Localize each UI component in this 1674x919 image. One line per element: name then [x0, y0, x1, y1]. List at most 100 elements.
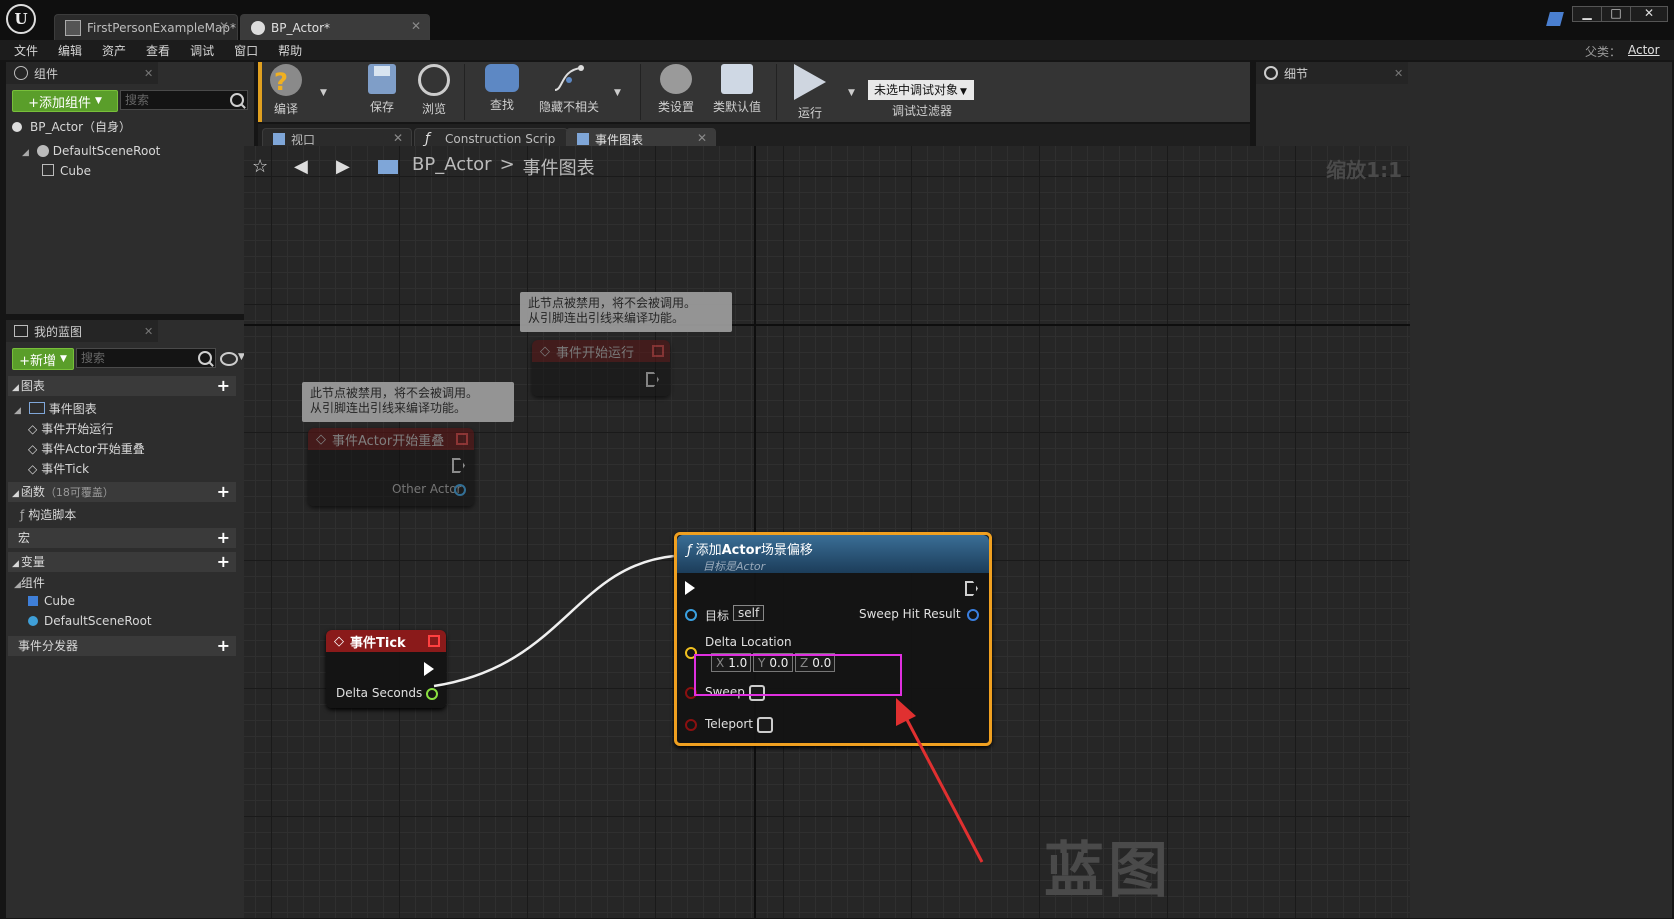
eye-icon[interactable] — [220, 352, 238, 366]
self-item[interactable]: BP_Actor（自身） — [12, 118, 131, 135]
expand-icon: ◢ — [22, 148, 29, 158]
play-button[interactable]: 运行 — [790, 64, 830, 121]
chevron-down-icon: ▼ — [94, 96, 102, 106]
close-icon[interactable]: ✕ — [411, 19, 421, 33]
section-label: 宏 — [18, 531, 31, 545]
add-component-label: +添加组件 — [28, 95, 91, 111]
menu-asset[interactable]: 资产 — [102, 40, 126, 60]
menu-file[interactable]: 文件 — [14, 40, 38, 60]
tab-bp-actor[interactable]: BP_Actor* ✕ — [240, 14, 430, 41]
tree-item-event-tick[interactable]: ◇ 事件Tick — [28, 460, 89, 477]
event-diamond-icon: ◇ — [28, 422, 38, 436]
details-tab-label: 细节 — [1284, 66, 1309, 81]
play-icon — [794, 64, 826, 100]
menu-help[interactable]: 帮助 — [278, 40, 302, 60]
menu-edit[interactable]: 编辑 — [58, 40, 82, 60]
details-tab[interactable]: 细节 ✕ — [1256, 62, 1408, 84]
tree-item-components[interactable]: ◢组件 — [14, 574, 45, 591]
browse-button[interactable]: 浏览 — [414, 64, 454, 117]
tab-label: Construction Scrip — [445, 132, 556, 146]
tree-item-event-begin-play[interactable]: ◇ 事件开始运行 — [28, 420, 113, 437]
menu-debug[interactable]: 调试 — [190, 40, 214, 60]
minimize-button[interactable]: ▁ — [1572, 6, 1602, 22]
tree-item-label: Cube — [60, 164, 91, 178]
components-tab-label: 组件 — [34, 66, 59, 81]
components-icon — [14, 66, 28, 80]
tree-item-event-graph[interactable]: ◢ 事件图表 — [14, 400, 97, 417]
gear-icon — [660, 64, 692, 94]
tree-item-defaultsceneroot-var[interactable]: DefaultSceneRoot — [28, 614, 152, 628]
chevron-down-icon: ▼ — [960, 87, 967, 97]
chevron-down-icon[interactable]: ▼ — [320, 88, 327, 98]
section-event-dispatchers[interactable]: 事件分发器 + — [8, 636, 236, 656]
add-macro-button[interactable]: + — [217, 530, 230, 546]
event-graph-canvas[interactable]: ☆ ◀ ▶ BP_Actor > 事件图表 缩放1:1 此节点被禁用，将不会被调… — [244, 146, 1410, 918]
menu-view[interactable]: 查看 — [146, 40, 170, 60]
chevron-down-icon[interactable]: ▼ — [848, 88, 855, 98]
my-blueprint-tab[interactable]: 我的蓝图 ✕ — [6, 320, 158, 342]
viewport-icon — [273, 133, 285, 145]
menu-window[interactable]: 窗口 — [234, 40, 258, 60]
tab-label: BP_Actor* — [271, 21, 331, 35]
tree-item-cube[interactable]: Cube — [42, 164, 91, 178]
tree-item-cube-var[interactable]: Cube — [28, 594, 75, 608]
tree-item-label: 事件开始运行 — [41, 422, 114, 436]
close-icon[interactable]: ✕ — [144, 67, 153, 80]
expand-icon: ◢ — [14, 580, 21, 590]
self-item-label: BP_Actor（自身） — [30, 120, 132, 134]
compile-gear-icon: ? — [270, 64, 302, 96]
browse-label: 浏览 — [421, 102, 446, 116]
add-component-button[interactable]: +添加组件 ▼ — [12, 90, 118, 112]
tree-item-event-overlap[interactable]: ◇ 事件Actor开始重叠 — [28, 440, 145, 457]
section-functions[interactable]: ◢ 函数（18可覆盖） + — [8, 482, 236, 502]
maximize-button[interactable]: □ — [1601, 6, 1631, 22]
add-function-button[interactable]: + — [217, 484, 230, 500]
search-icon — [230, 93, 244, 107]
add-new-button[interactable]: +新增 ▼ — [12, 348, 74, 370]
blueprint-search-input[interactable]: 搜索 — [76, 348, 216, 368]
add-dispatcher-button[interactable]: + — [217, 638, 230, 654]
graph-icon — [28, 402, 45, 414]
graduation-cap-icon[interactable] — [1546, 12, 1564, 26]
debug-select-value: 未选中调试对象 — [874, 83, 959, 97]
add-variable-button[interactable]: + — [217, 554, 230, 570]
expand-icon: ◢ — [12, 383, 19, 393]
class-settings-button[interactable]: 类设置 — [654, 64, 698, 115]
add-graph-button[interactable]: + — [217, 378, 230, 394]
event-diamond-icon: ◇ — [28, 462, 38, 476]
parent-class-link[interactable]: Actor — [1628, 43, 1660, 57]
event-diamond-icon: ◇ — [28, 442, 38, 456]
toolbar-accent — [258, 62, 262, 122]
section-macros[interactable]: 宏 + — [8, 528, 236, 548]
close-icon[interactable]: ✕ — [393, 131, 403, 145]
functions-override-count: （18可覆盖） — [44, 486, 114, 499]
play-label: 运行 — [797, 106, 822, 120]
tab-firstperson-map[interactable]: FirstPersonExampleMap* ✕ — [54, 14, 238, 41]
tree-item-label: 事件Tick — [41, 462, 90, 476]
tree-item-construction-script[interactable]: ƒ 构造脚本 — [20, 506, 76, 523]
tree-item-label: 组件 — [20, 576, 45, 590]
find-button[interactable]: 查找 — [482, 64, 522, 113]
class-defaults-button[interactable]: 类默认值 — [710, 64, 764, 115]
components-tab[interactable]: 组件 ✕ — [6, 62, 158, 84]
components-search-input[interactable]: 搜索 — [120, 90, 248, 110]
tree-item-defaultsceneroot[interactable]: ◢ DefaultSceneRoot — [22, 144, 160, 158]
close-icon[interactable]: ✕ — [144, 325, 153, 338]
section-variables[interactable]: ◢ 变量 + — [8, 552, 236, 572]
close-icon[interactable]: ✕ — [219, 19, 229, 33]
section-graphs[interactable]: ◢ 图表 + — [8, 376, 236, 396]
chevron-down-icon[interactable]: ▼ — [614, 88, 621, 98]
toolbar-divider — [776, 64, 777, 120]
close-icon[interactable]: ✕ — [697, 131, 707, 145]
debug-object-select[interactable]: 未选中调试对象 ▼ — [868, 80, 974, 100]
graph-icon — [577, 133, 589, 145]
save-button[interactable]: 保存 — [364, 64, 400, 115]
checklist-icon — [721, 64, 753, 94]
hide-unrelated-button[interactable]: 隐藏不相关 — [534, 64, 604, 115]
compile-button[interactable]: ? 编译 — [266, 64, 306, 117]
close-window-button[interactable]: ✕ — [1630, 6, 1668, 22]
tree-item-label: 构造脚本 — [28, 508, 77, 522]
close-icon[interactable]: ✕ — [1394, 67, 1403, 80]
title-bar: U FirstPersonExampleMap* ✕ BP_Actor* ✕ ▁… — [0, 0, 1674, 41]
details-search-icon — [1264, 66, 1278, 80]
